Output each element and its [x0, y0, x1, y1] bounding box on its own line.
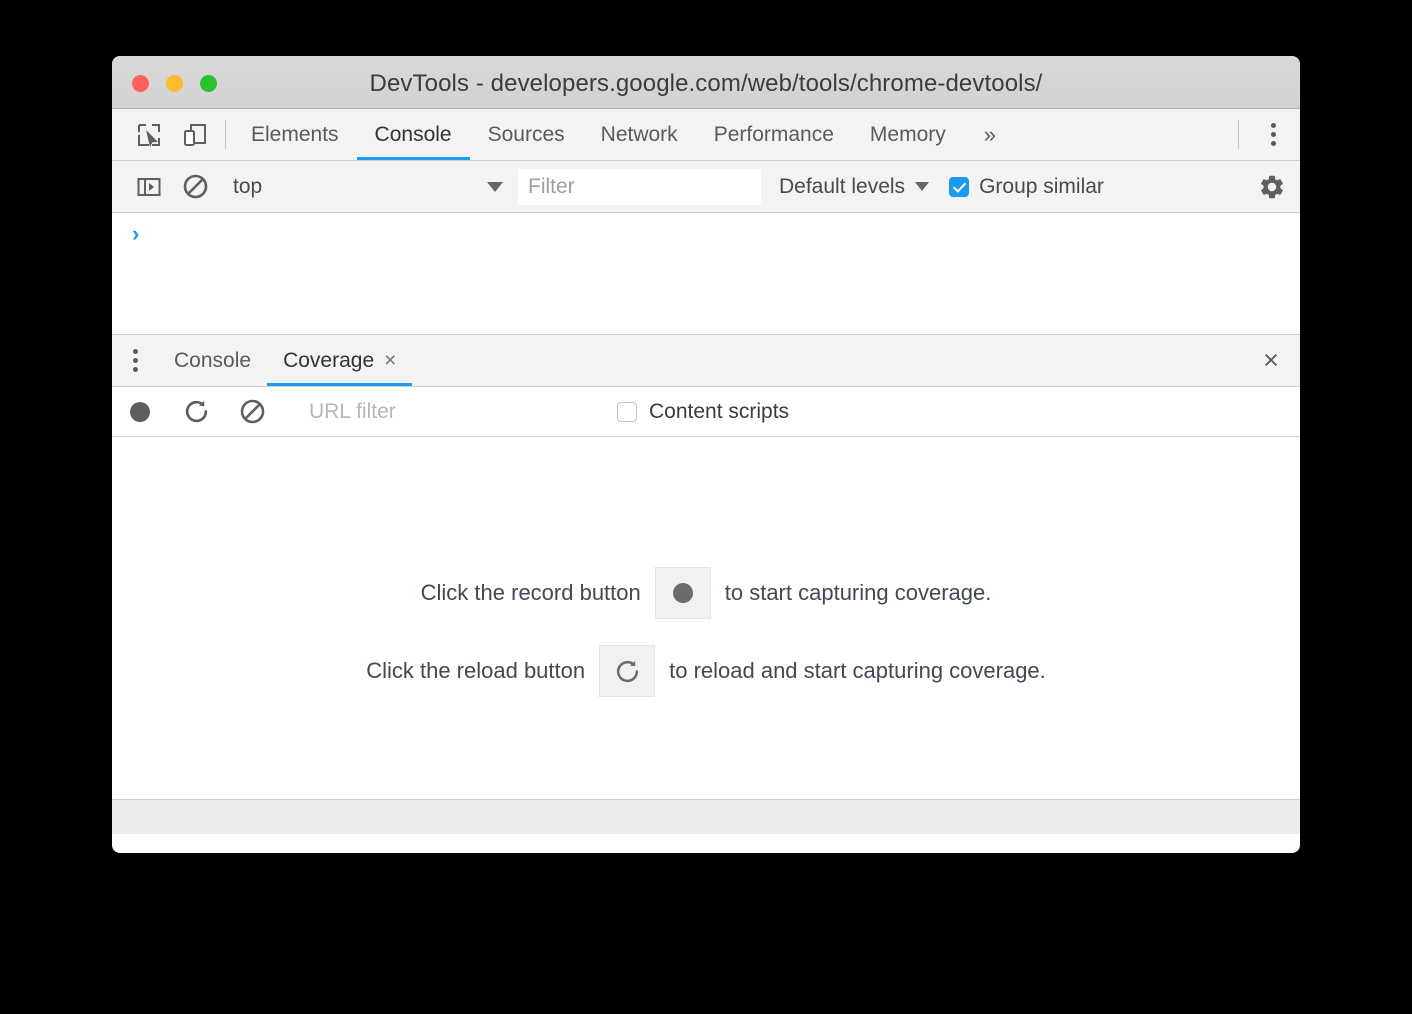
- content-scripts-label: Content scripts: [649, 399, 790, 423]
- toolbar-divider: [1238, 120, 1239, 149]
- console-sidebar-button[interactable]: [126, 174, 172, 200]
- hint-suffix: to reload and start capturing coverage.: [669, 658, 1046, 683]
- coverage-hint-reload: Click the reload button to reload and st…: [366, 645, 1046, 697]
- tab-sources[interactable]: Sources: [470, 109, 583, 160]
- clear-console-button[interactable]: [172, 173, 218, 200]
- record-icon: [127, 399, 153, 425]
- tab-elements[interactable]: Elements: [233, 109, 357, 160]
- coverage-url-filter-input[interactable]: [297, 396, 542, 427]
- chevron-down-icon: [915, 182, 930, 191]
- tab-memory[interactable]: Memory: [852, 109, 964, 160]
- drawer-tab-label: Coverage: [283, 348, 375, 372]
- execution-context-selector[interactable]: top: [233, 175, 503, 199]
- group-similar-toggle[interactable]: Group similar: [949, 175, 1104, 199]
- chevron-down-icon: [487, 181, 503, 192]
- content-scripts-checkbox[interactable]: [617, 401, 637, 422]
- hint-prefix: Click the reload button: [366, 658, 586, 683]
- log-levels-value: Default levels: [779, 174, 906, 198]
- execution-context-value: top: [233, 174, 263, 198]
- more-tabs-button[interactable]: »: [964, 109, 1016, 160]
- more-vertical-icon: [1270, 123, 1276, 146]
- window-footer: [112, 799, 1300, 834]
- tab-label: Memory: [869, 122, 946, 146]
- hint-prefix: Click the record button: [420, 580, 641, 605]
- coverage-reload-button[interactable]: [168, 398, 224, 425]
- window-title: DevTools - developers.google.com/web/too…: [369, 70, 1043, 97]
- console-toolbar: top Default levels Group similar: [112, 161, 1300, 213]
- tab-network[interactable]: Network: [583, 109, 696, 160]
- drawer-tab-label: Console: [174, 348, 252, 372]
- hint-suffix: to start capturing coverage.: [724, 580, 992, 605]
- chevron-double-right-icon: »: [983, 121, 996, 147]
- tab-console[interactable]: Console: [356, 109, 470, 160]
- tabbar-spacer: [1016, 109, 1231, 160]
- inline-reload-button[interactable]: [599, 645, 656, 697]
- device-toolbar-icon: [182, 122, 208, 148]
- reload-icon: [183, 398, 210, 425]
- close-drawer-button[interactable]: ×: [1242, 335, 1300, 386]
- content-scripts-toggle[interactable]: Content scripts: [617, 400, 789, 424]
- clear-icon: [239, 398, 266, 425]
- inspect-element-icon: [136, 122, 162, 148]
- toggle-device-toolbar-button[interactable]: [172, 109, 218, 160]
- coverage-empty-state: Click the record button to start capturi…: [112, 437, 1300, 799]
- drawer-tab-coverage[interactable]: Coverage ×: [267, 335, 413, 386]
- inline-record-button[interactable]: [654, 567, 711, 619]
- coverage-record-button[interactable]: [112, 399, 168, 425]
- coverage-hint-record: Click the record button to start capturi…: [420, 567, 992, 619]
- tab-label: Sources: [487, 122, 565, 146]
- close-coverage-tab-icon[interactable]: ×: [384, 350, 396, 371]
- log-levels-selector[interactable]: Default levels: [779, 174, 930, 199]
- main-tabbar: Elements Console Sources Network Perform…: [112, 109, 1300, 161]
- gear-icon: [1258, 173, 1286, 201]
- reload-icon: [614, 658, 641, 685]
- tab-label: Performance: [713, 122, 834, 146]
- window-titlebar: DevTools - developers.google.com/web/too…: [112, 56, 1300, 109]
- tab-performance[interactable]: Performance: [696, 109, 852, 160]
- group-similar-label: Group similar: [979, 174, 1104, 198]
- console-filter-input[interactable]: [518, 168, 761, 205]
- coverage-toolbar: Content scripts: [112, 387, 1300, 437]
- devtools-window: DevTools - developers.google.com/web/too…: [112, 56, 1300, 853]
- console-prompt-chevron-icon: ›: [132, 221, 140, 246]
- more-vertical-icon: [132, 349, 138, 372]
- toolbar-divider: [225, 120, 226, 149]
- tab-label: Elements: [251, 122, 339, 146]
- record-icon: [670, 580, 696, 606]
- clear-console-icon: [182, 173, 209, 200]
- settings-button[interactable]: [1244, 173, 1300, 201]
- coverage-hint-list: Click the record button to start capturi…: [112, 567, 1300, 697]
- close-icon: ×: [1263, 345, 1279, 375]
- coverage-clear-button[interactable]: [224, 398, 280, 425]
- drawer-tabbar-spacer: [412, 335, 1242, 386]
- main-menu-button[interactable]: [1246, 109, 1300, 160]
- console-output-area[interactable]: ›: [112, 213, 1300, 335]
- tab-label: Network: [600, 122, 678, 146]
- inspect-element-button[interactable]: [126, 109, 172, 160]
- drawer-tab-console[interactable]: Console: [158, 335, 267, 386]
- drawer-tabbar: Console Coverage × ×: [112, 335, 1300, 387]
- tab-label: Console: [374, 122, 452, 146]
- drawer-menu-button[interactable]: [112, 335, 158, 386]
- group-similar-checkbox[interactable]: [949, 176, 970, 197]
- console-sidebar-icon: [136, 174, 162, 200]
